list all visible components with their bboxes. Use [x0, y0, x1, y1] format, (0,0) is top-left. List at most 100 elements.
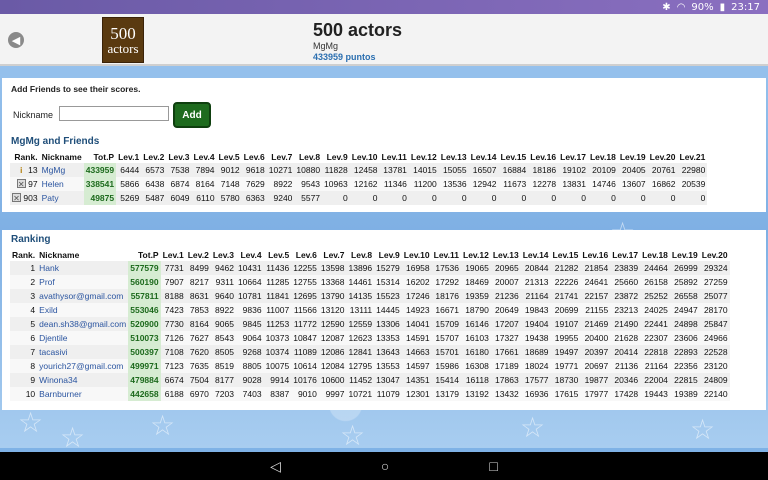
column-header: Lev.2: [143, 151, 165, 162]
level-score-cell: 7504: [185, 373, 211, 387]
column-header: Lev.20: [649, 151, 676, 162]
column-header: Lev.7: [323, 249, 345, 260]
nickname-cell[interactable]: Helen: [39, 177, 84, 191]
nav-recents-icon[interactable]: □: [489, 459, 497, 473]
level-score-cell: 13607: [617, 177, 648, 191]
level-score-cell: 14663: [401, 345, 432, 359]
level-score-cell: 11285: [263, 275, 292, 289]
rank-value: 7: [30, 347, 36, 357]
nickname-input[interactable]: [59, 106, 169, 121]
nickname-cell[interactable]: Barnburner: [37, 387, 129, 401]
nickname-cell[interactable]: Exild: [37, 303, 129, 317]
rank-value: 903: [23, 193, 38, 203]
level-score-cell: 20649: [490, 303, 521, 317]
level-score-cell: 14597: [401, 359, 432, 373]
add-friend-button[interactable]: Add: [173, 102, 211, 128]
rank-value: 13: [28, 165, 38, 175]
column-header: Lev.9: [326, 151, 348, 162]
level-score-cell: 19877: [580, 373, 611, 387]
star-decoration: ☆: [340, 420, 366, 451]
level-score-cell: 12623: [346, 331, 375, 345]
level-score-cell: 7620: [185, 345, 211, 359]
level-score-cell: 14461: [346, 275, 375, 289]
remove-icon[interactable]: ✕: [16, 179, 26, 189]
ranking-panel: Ranking Rank. Nickname Tot.P Lev.1 Lev.2 Lev.…: [2, 230, 766, 410]
level-score-cell: 21854: [580, 261, 611, 275]
level-score-cell: 12255: [291, 261, 319, 275]
level-score-cell: 14351: [401, 373, 432, 387]
level-score-cell: 13120: [318, 303, 347, 317]
rank-cell: i 13: [10, 163, 40, 177]
nickname-cell[interactable]: yourich27@gmail.com: [37, 359, 129, 373]
level-score-cell: 19389: [669, 387, 700, 401]
level-score-cell: 5577: [294, 191, 323, 205]
level-score-cell: 17292: [431, 275, 461, 289]
level-score-cell: 9010: [291, 387, 319, 401]
column-header: Lev.21: [679, 151, 706, 162]
nav-back-icon[interactable]: ◁: [270, 459, 281, 473]
level-score-cell: 18469: [461, 275, 491, 289]
level-score-cell: 20346: [610, 373, 641, 387]
nav-home-icon[interactable]: ○: [381, 459, 389, 473]
nickname-cell[interactable]: dean.sh38@gmail.com: [37, 317, 129, 331]
nickname-cell[interactable]: MgMg: [39, 163, 84, 177]
level-score-cell: 8805: [235, 359, 264, 373]
column-header: Lev.15: [552, 249, 579, 260]
level-score-cell: 0: [677, 191, 708, 205]
level-score-cell: 12755: [291, 275, 319, 289]
back-arrow-icon[interactable]: ◀: [8, 32, 24, 48]
level-score-cell: 6674: [160, 373, 186, 387]
nickname-cell[interactable]: Hank: [37, 261, 129, 275]
wifi-icon: ◠: [676, 1, 686, 13]
battery-level: 90%: [691, 1, 714, 13]
column-header: Lev.4: [240, 249, 262, 260]
app-logo: 500 actors: [102, 17, 144, 63]
rank-cell: 9: [10, 373, 38, 387]
level-score-cell: 12087: [318, 331, 347, 345]
level-score-cell: 22441: [640, 317, 670, 331]
level-score-cell: 14135: [346, 289, 375, 303]
table-row: i 13 MgMg 433959 6444 6573 7538 7894 9012 9618 10…: [10, 163, 708, 177]
level-score-cell: 13781: [379, 163, 409, 177]
level-score-cell: 16958: [401, 261, 432, 275]
level-score-cell: 13896: [346, 261, 375, 275]
level-score-cell: 25892: [669, 275, 700, 289]
level-score-cell: 19843: [520, 303, 551, 317]
column-header: Lev.2: [187, 249, 209, 260]
level-score-cell: 10600: [318, 373, 347, 387]
level-score-cell: 21741: [550, 289, 581, 303]
total-points-cell: 553046: [128, 303, 161, 317]
remove-icon[interactable]: ✕: [12, 193, 21, 203]
level-score-cell: 9914: [263, 373, 292, 387]
level-score-cell: 21236: [490, 289, 521, 303]
column-header: Lev.10: [403, 249, 430, 260]
level-score-cell: 10781: [235, 289, 264, 303]
ranking-table-header: Rank. Nickname Tot.P Lev.1 Lev.2 Lev.3 Lev.4 Le…: [10, 248, 730, 261]
level-score-cell: 6874: [166, 177, 192, 191]
level-score-cell: 11841: [263, 289, 292, 303]
level-score-cell: 19065: [461, 261, 491, 275]
level-score-cell: 17207: [490, 317, 521, 331]
level-score-cell: 16146: [461, 317, 491, 331]
nickname-cell[interactable]: Djentile: [37, 331, 129, 345]
column-header: Lev.12: [463, 249, 489, 260]
nickname-cell[interactable]: Prof: [37, 275, 129, 289]
column-header: Lev.5: [218, 151, 240, 162]
add-friends-hint: Add Friends to see their scores.: [11, 84, 141, 94]
level-score-cell: 17189: [490, 359, 521, 373]
level-score-cell: 23606: [669, 331, 700, 345]
nickname-cell[interactable]: Winona34: [37, 373, 129, 387]
nickname-cell[interactable]: avathysor@gmail.com: [37, 289, 129, 303]
level-score-cell: 8177: [210, 373, 236, 387]
level-score-cell: 18186: [528, 163, 559, 177]
column-header: Lev.14: [522, 249, 549, 260]
level-score-cell: 23120: [699, 359, 730, 373]
level-score-cell: 13790: [318, 289, 347, 303]
level-score-cell: 9012: [216, 163, 242, 177]
level-score-cell: 0: [349, 191, 380, 205]
current-user: MgMg: [313, 41, 339, 51]
level-score-cell: 6573: [141, 163, 167, 177]
nickname-cell[interactable]: Paty: [39, 191, 84, 205]
level-score-cell: 22893: [669, 345, 700, 359]
nickname-cell[interactable]: tacasivi: [37, 345, 129, 359]
